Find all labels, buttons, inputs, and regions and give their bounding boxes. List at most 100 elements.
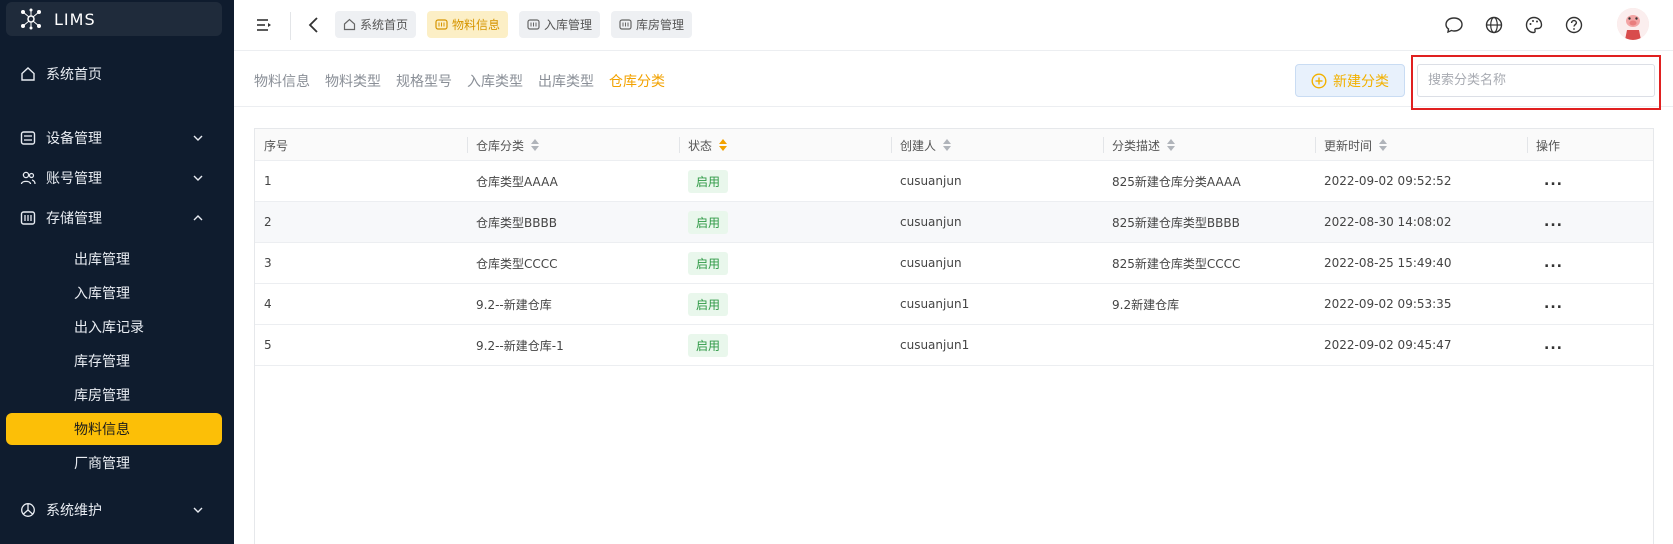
device-icon	[20, 130, 36, 146]
cell-category: 仓库类型BBBB	[476, 215, 557, 230]
sidebar-item-home[interactable]: 系统首页	[0, 56, 234, 92]
column-header-label: 分类描述	[1112, 138, 1161, 153]
category-table: 序号 仓库分类 状态 创建人 分类描述 更新时间 操作 1 仓库类型AAAA 启…	[254, 128, 1654, 544]
chevron-down-icon	[192, 172, 204, 184]
cell-category: 9.2--新建仓库-1	[476, 338, 564, 353]
subtab-material-type[interactable]: 物料类型	[325, 71, 381, 91]
table-row[interactable]: 1 仓库类型AAAA 启用 cusuanjun 825新建仓库分类AAAA 20…	[255, 161, 1653, 202]
table-row[interactable]: 3 仓库类型CCCC 启用 cusuanjun 825新建仓库类型CCCC 20…	[255, 243, 1653, 284]
table-row[interactable]: 4 9.2--新建仓库 启用 cusuanjun1 9.2新建仓库 2022-0…	[255, 284, 1653, 325]
sort-icon[interactable]	[943, 139, 952, 151]
globe-icon[interactable]	[1484, 15, 1504, 35]
search-highlight	[1411, 55, 1661, 110]
sidebar-group-maintenance[interactable]: 系统维护	[0, 492, 234, 528]
more-actions-button[interactable]: ...	[1544, 337, 1563, 353]
sort-icon[interactable]	[531, 139, 540, 151]
app-logo[interactable]: LIMS	[6, 2, 222, 36]
sidebar-group-label: 设备管理	[46, 131, 102, 147]
cell-index: 5	[264, 338, 272, 352]
tab-material-info[interactable]: 物料信息	[427, 11, 509, 38]
sidebar-item-label: 系统首页	[46, 67, 102, 83]
help-icon[interactable]	[1564, 15, 1584, 35]
cell-description: 825新建仓库类型BBBB	[1112, 215, 1240, 230]
cell-creator: cusuanjun	[900, 174, 962, 188]
tab-label: 系统首页	[360, 18, 409, 32]
users-icon	[20, 170, 36, 186]
sidebar-group-account[interactable]: 账号管理	[0, 160, 234, 196]
sidebar-group-storage[interactable]: 存储管理	[0, 200, 234, 236]
cell-description: 9.2新建仓库	[1112, 297, 1180, 312]
sidebar: LIMS 系统首页 设备管理 账号管理 存储管理 出库管理 入库管理 出入库记录…	[0, 0, 234, 544]
divider	[891, 137, 892, 153]
subtab-spec-model[interactable]: 规格型号	[396, 71, 452, 91]
avatar[interactable]	[1617, 8, 1649, 40]
more-actions-button[interactable]: ...	[1544, 214, 1563, 230]
tab-label: 入库管理	[544, 18, 593, 32]
sidebar-item-inbound[interactable]: 入库管理	[0, 278, 234, 308]
tab-inbound[interactable]: 入库管理	[519, 11, 601, 38]
column-header-label: 创建人	[900, 138, 937, 153]
divider	[467, 137, 468, 153]
column-header-description[interactable]: 分类描述	[1103, 129, 1315, 161]
sidebar-group-label: 存储管理	[46, 211, 102, 227]
column-header-label: 更新时间	[1324, 138, 1373, 153]
box-icon	[435, 18, 448, 31]
chevron-down-icon	[192, 132, 204, 144]
sidebar-item-material-info[interactable]: 物料信息	[6, 413, 222, 445]
table-row[interactable]: 5 9.2--新建仓库-1 启用 cusuanjun1 2022-09-02 0…	[255, 325, 1653, 366]
more-actions-button[interactable]: ...	[1544, 173, 1563, 189]
sidebar-item-outbound[interactable]: 出库管理	[0, 244, 234, 274]
more-actions-button[interactable]: ...	[1544, 255, 1563, 271]
box-icon	[619, 18, 632, 31]
sidebar-item-inout-records[interactable]: 出入库记录	[0, 312, 234, 342]
new-category-button[interactable]: 新建分类	[1295, 64, 1405, 97]
column-header-label: 操作	[1536, 138, 1561, 153]
column-header-label: 状态	[688, 138, 713, 153]
cell-category: 仓库类型CCCC	[476, 256, 558, 271]
cell-updated: 2022-09-02 09:53:35	[1324, 297, 1452, 311]
home-icon	[20, 66, 36, 82]
cell-description	[1103, 325, 1112, 365]
column-header-creator[interactable]: 创建人	[891, 129, 1103, 161]
sidebar-item-warehouse[interactable]: 库房管理	[0, 380, 234, 410]
subtab-outbound-type[interactable]: 出库类型	[538, 71, 594, 91]
subtab-warehouse-category[interactable]: 仓库分类	[609, 71, 665, 91]
subtab-material-info[interactable]: 物料信息	[254, 71, 310, 91]
sidebar-item-vendors[interactable]: 厂商管理	[0, 448, 234, 478]
sort-icon[interactable]	[719, 139, 728, 151]
divider	[1103, 137, 1104, 153]
palette-icon[interactable]	[1524, 15, 1544, 35]
tab-home[interactable]: 系统首页	[335, 11, 417, 38]
more-actions-button[interactable]: ...	[1544, 296, 1563, 312]
message-icon[interactable]	[1444, 15, 1464, 35]
divider	[679, 137, 680, 153]
subtab-inbound-type[interactable]: 入库类型	[467, 71, 523, 91]
back-icon[interactable]	[304, 15, 324, 35]
status-badge: 启用	[688, 292, 729, 316]
status-badge: 启用	[688, 210, 729, 234]
search-input[interactable]	[1417, 64, 1655, 97]
sidebar-group-device[interactable]: 设备管理	[0, 120, 234, 156]
status-badge: 启用	[688, 169, 729, 193]
sort-icon[interactable]	[1167, 139, 1176, 151]
cell-description: 825新建仓库类型CCCC	[1112, 256, 1241, 271]
cell-index: 4	[264, 297, 272, 311]
column-header-status[interactable]: 状态	[679, 129, 891, 161]
new-category-label: 新建分类	[1333, 73, 1389, 90]
tab-warehouse[interactable]: 库房管理	[611, 11, 693, 38]
column-header-updated[interactable]: 更新时间	[1315, 129, 1527, 161]
cell-index: 2	[264, 215, 272, 229]
status-badge: 启用	[688, 251, 729, 275]
table-row[interactable]: 2 仓库类型BBBB 启用 cusuanjun 825新建仓库类型BBBB 20…	[255, 202, 1653, 243]
sub-tab-bar: 物料信息 物料类型 规格型号 入库类型 出库类型 仓库分类 新建分类	[234, 51, 1673, 110]
cell-updated: 2022-09-02 09:45:47	[1324, 338, 1452, 352]
cell-updated: 2022-08-25 15:49:40	[1324, 256, 1452, 270]
cell-creator: cusuanjun1	[900, 338, 970, 352]
maintenance-icon	[20, 502, 36, 518]
menu-fold-icon[interactable]	[254, 15, 274, 35]
box-icon	[527, 18, 540, 31]
sort-icon[interactable]	[1379, 139, 1388, 151]
sidebar-item-inventory[interactable]: 库存管理	[0, 346, 234, 376]
divider	[1527, 137, 1528, 153]
column-header-category[interactable]: 仓库分类	[467, 129, 679, 161]
